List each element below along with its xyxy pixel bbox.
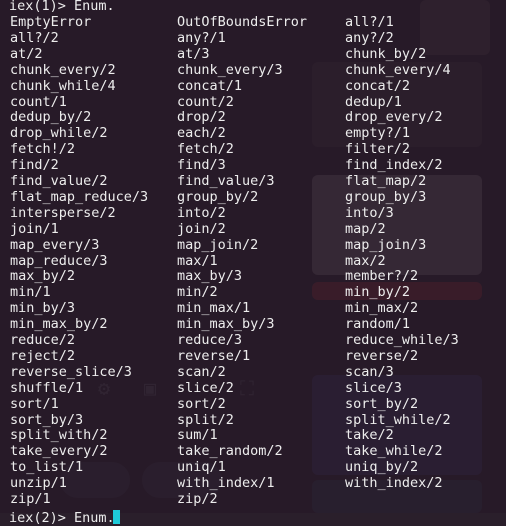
completion-item: sort/1 <box>10 395 59 412</box>
completion-item: unzip/1 <box>10 475 67 492</box>
completion-item: chunk_by/2 <box>345 45 427 62</box>
completion-item: drop/2 <box>177 109 226 126</box>
completion-item: any?/2 <box>345 29 394 46</box>
completion-item: split_while/2 <box>345 411 451 428</box>
next-prompt-line: iex(2)> Enum. <box>9 510 115 526</box>
terminal-window[interactable]: iex(1)> Enum. EmptyError OutOfBoundsError… <box>0 0 506 526</box>
completion-item: member?/2 <box>345 268 419 285</box>
completion-item: dedup_by/2 <box>10 109 92 126</box>
completion-item: uniq_by/2 <box>345 459 419 476</box>
text-cursor <box>113 510 120 524</box>
completion-item: dedup/1 <box>345 93 402 110</box>
completion-item: map_reduce/3 <box>10 252 108 269</box>
completion-item: reverse_slice/3 <box>10 363 132 380</box>
completion-item: map_every/3 <box>10 236 100 253</box>
completion-item: min_max/2 <box>345 300 419 317</box>
completion-item: find/2 <box>10 157 59 174</box>
completion-item: take_while/2 <box>345 443 443 460</box>
completion-item: group_by/3 <box>345 188 427 205</box>
completion-item: max/2 <box>345 252 386 269</box>
completion-item: empty?/1 <box>345 125 411 142</box>
completion-item: into/2 <box>177 204 226 221</box>
completion-item: into/3 <box>345 204 394 221</box>
completion-item: min_by/2 <box>345 284 411 301</box>
completion-item: OutOfBoundsError <box>177 14 308 30</box>
completion-item: join/2 <box>177 220 226 237</box>
completion-item: any?/1 <box>177 29 226 46</box>
completion-item: join/1 <box>10 220 59 237</box>
completion-item: min/1 <box>10 284 51 301</box>
completion-item: scan/3 <box>345 363 394 380</box>
completion-item: flat_map_reduce/3 <box>10 188 149 205</box>
completion-item: concat/2 <box>345 77 411 94</box>
completion-item: at/2 <box>10 45 43 62</box>
completion-item: count/1 <box>10 93 67 110</box>
completion-item: reduce_while/3 <box>345 332 459 348</box>
completion-item: to_list/1 <box>10 459 84 476</box>
completion-item: reduce/3 <box>177 332 243 348</box>
completion-item: random/1 <box>345 316 411 333</box>
completion-item: take/2 <box>345 427 394 444</box>
completion-item: map_join/3 <box>345 236 427 253</box>
completion-item: min_max_by/2 <box>10 316 108 333</box>
completion-item: min_by/3 <box>10 300 76 317</box>
completion-item: find_value/2 <box>10 173 108 189</box>
completion-item: drop_every/2 <box>345 109 443 126</box>
completion-item: take_random/2 <box>177 443 283 460</box>
completion-item: group_by/2 <box>177 188 259 205</box>
completion-item: max_by/3 <box>177 268 243 285</box>
completion-item: slice/2 <box>177 379 234 396</box>
completion-item: chunk_every/3 <box>177 61 283 78</box>
completion-item: reverse/1 <box>177 347 251 364</box>
completion-item: split/2 <box>177 411 234 428</box>
completion-item: zip/1 <box>10 491 51 507</box>
completion-item: sort_by/2 <box>345 395 419 412</box>
completion-item: reject/2 <box>10 347 76 364</box>
completion-item: chunk_while/4 <box>10 77 116 94</box>
completion-item: each/2 <box>177 125 226 142</box>
completion-item: uniq/1 <box>177 459 226 476</box>
completion-item: fetch/2 <box>177 141 234 158</box>
completion-item: find_index/2 <box>345 157 443 174</box>
completion-item: EmptyError <box>10 14 92 30</box>
completion-item: take_every/2 <box>10 443 108 460</box>
completion-item: fetch!/2 <box>10 141 76 158</box>
completion-item: find_value/3 <box>177 173 275 189</box>
completion-item: all?/2 <box>10 29 59 46</box>
completion-item: chunk_every/4 <box>345 61 451 78</box>
completion-item: min_max_by/3 <box>177 316 275 333</box>
completion-item: max/1 <box>177 252 218 269</box>
completion-item: at/3 <box>177 45 210 62</box>
completion-item: concat/1 <box>177 77 243 94</box>
completion-item: scan/2 <box>177 363 226 380</box>
completion-item: min_max/1 <box>177 300 251 317</box>
completion-item: sort/2 <box>177 395 226 412</box>
completion-item: sum/1 <box>177 427 218 444</box>
completion-item: reverse/2 <box>345 347 419 364</box>
completion-item: sort_by/3 <box>10 411 84 428</box>
completion-item: all?/1 <box>345 14 394 30</box>
completion-item: min/2 <box>177 284 218 301</box>
completion-item: flat_map/2 <box>345 173 427 189</box>
completion-item: chunk_every/2 <box>10 61 116 78</box>
completion-item: drop_while/2 <box>10 125 108 142</box>
prompt-line: iex(1)> Enum. <box>9 0 115 14</box>
completion-item: with_index/2 <box>345 475 443 492</box>
completion-item: count/2 <box>177 93 234 110</box>
completion-item: intersperse/2 <box>10 204 116 221</box>
completion-item: zip/2 <box>177 491 218 507</box>
completion-item: slice/3 <box>345 379 402 396</box>
completion-item: filter/2 <box>345 141 411 158</box>
completion-item: with_index/1 <box>177 475 275 492</box>
completion-item: reduce/2 <box>10 332 76 348</box>
completion-item: max_by/2 <box>10 268 76 285</box>
completion-item: shuffle/1 <box>10 379 84 396</box>
completion-item: find/3 <box>177 157 226 174</box>
completion-item: split_with/2 <box>10 427 108 444</box>
completion-item: map/2 <box>345 220 386 237</box>
completion-item: map_join/2 <box>177 236 259 253</box>
